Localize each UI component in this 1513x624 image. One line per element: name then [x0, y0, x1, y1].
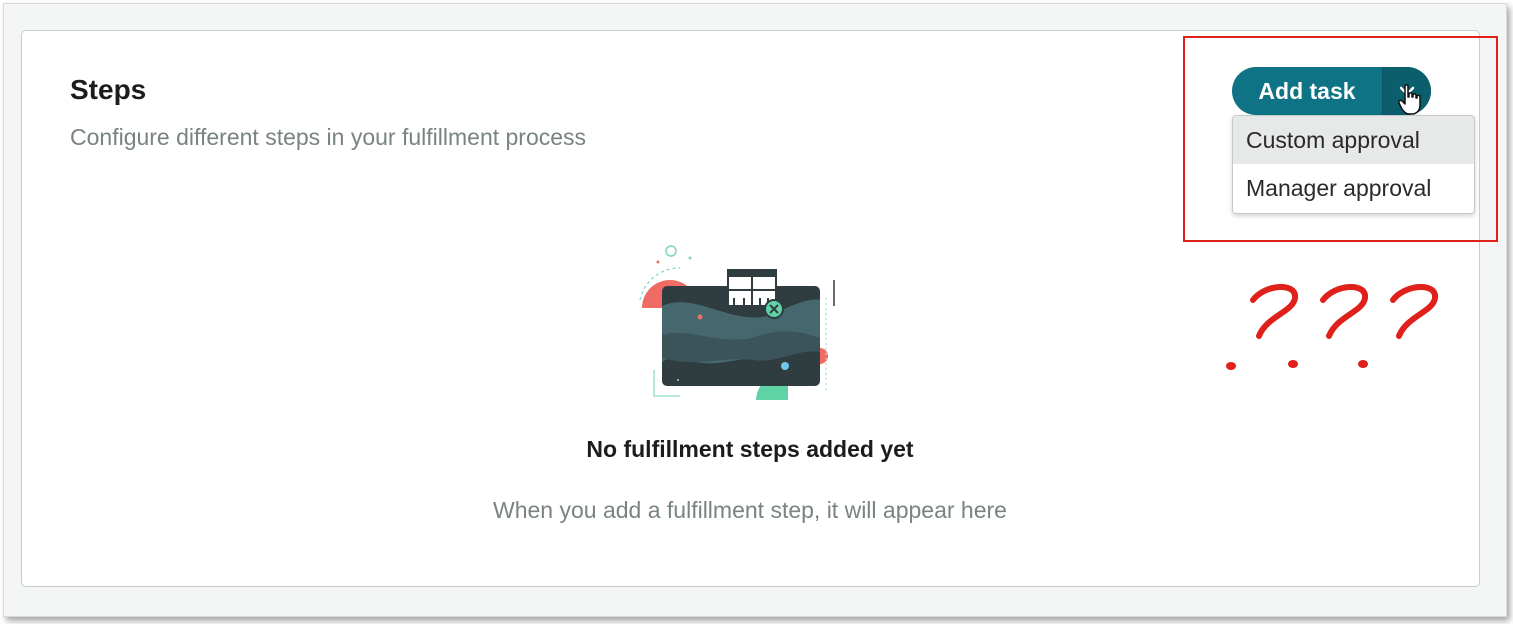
empty-state-title: No fulfillment steps added yet [586, 436, 914, 462]
annotation-highlight-box [1183, 36, 1498, 242]
question-marks-annotation [1226, 283, 1438, 370]
empty-state-description: When you add a fulfillment step, it will… [493, 497, 1007, 523]
page-title: Steps [70, 74, 147, 105]
page-subtitle: Configure different steps in your fulfil… [70, 124, 587, 150]
empty-folder-illustration [639, 245, 835, 400]
